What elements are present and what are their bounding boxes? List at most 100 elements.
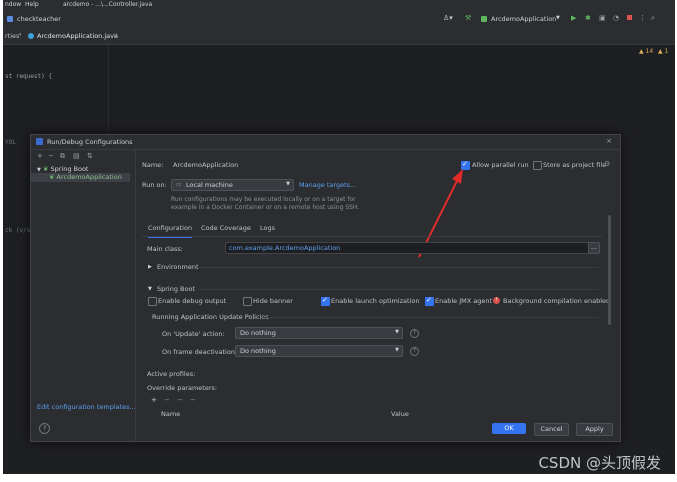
on-frame-label: On frame deactivation: <box>162 348 238 356</box>
stop-icon[interactable] <box>627 15 632 20</box>
chevron-down-icon: ▼ <box>395 347 399 353</box>
warning-count[interactable]: ▲ 1 <box>658 48 668 55</box>
profile-icon[interactable]: ◔ <box>613 14 619 22</box>
override-parameters-label: Override parameters: <box>147 384 218 392</box>
hide-banner-label: Hide banner <box>253 297 293 305</box>
menu-window[interactable]: ndow <box>5 1 21 8</box>
enable-jmx-checkbox[interactable] <box>425 296 434 306</box>
spring-icon: ❦ <box>42 165 49 173</box>
cancel-button[interactable]: Cancel <box>534 423 569 436</box>
help-icon[interactable]: ? <box>410 347 419 356</box>
project-name[interactable]: checkteacher <box>17 15 61 23</box>
chevron-down-icon[interactable]: ▼ <box>556 15 560 21</box>
sort-icon[interactable]: ⇅ <box>87 152 93 160</box>
tree-item-label: ArcdemoApplication <box>56 173 122 181</box>
tree-group-label: Spring Boot <box>50 165 89 173</box>
menu-help[interactable]: Help <box>25 1 39 8</box>
run-debug-dialog: Run/Debug Configurations × + − ⧉ ▤ ⇅ ▼ ❦… <box>30 134 621 442</box>
ok-button[interactable]: OK <box>492 423 526 434</box>
chevron-down-icon: ▼ <box>395 329 399 335</box>
on-frame-select[interactable]: Do nothing ▼ <box>235 345 403 357</box>
chevron-down-icon: ▾ <box>19 32 22 38</box>
edit-templates-link[interactable]: Edit configuration templates... <box>37 403 136 411</box>
add-icon[interactable]: + <box>151 396 157 404</box>
scrollbar[interactable] <box>608 215 611 325</box>
run-config-icon <box>481 16 487 22</box>
apply-button[interactable]: Apply <box>576 423 613 436</box>
user-icon[interactable]: ♙▾ <box>443 14 453 22</box>
enable-debug-label: Enable debug output <box>158 297 227 305</box>
editor-tabs-bar: rties ▾ ArcdemoApplication.java × <box>3 29 675 45</box>
add-icon[interactable]: + <box>37 152 43 160</box>
coverage-icon[interactable]: ▣ <box>599 14 606 22</box>
settings-icon[interactable]: ⚙ <box>604 160 610 168</box>
code-line[interactable]: st request) { <box>5 73 52 80</box>
build-icon[interactable]: ⚒ <box>465 14 471 22</box>
background-compilation-status: Background compilation enabled <box>503 297 611 305</box>
spring-boot-section[interactable]: Spring Boot <box>157 285 195 293</box>
folder-icon[interactable]: ▤ <box>73 152 80 160</box>
on-update-select[interactable]: Do nothing ▼ <box>235 327 403 339</box>
run-config-select[interactable]: ArcdemoApplication <box>491 15 556 23</box>
chevron-down-icon: ▼ <box>286 181 290 187</box>
run-icon[interactable]: ▶ <box>571 14 576 22</box>
warning-count[interactable]: ▲ 14 <box>639 48 653 55</box>
column-name-header: Name <box>161 410 181 418</box>
remove-icon[interactable]: − <box>48 152 54 160</box>
running-policies-header: Running Application Update Policies <box>152 313 269 321</box>
java-file-icon <box>28 33 34 39</box>
side-panel-label: ck (v/s <box>5 227 31 234</box>
chevron-right-icon[interactable]: ▶ <box>148 264 152 270</box>
main-class-input[interactable]: com.example.ArcdemoApplication <box>225 242 593 254</box>
debug-icon[interactable]: ✱ <box>585 14 591 22</box>
search-icon[interactable]: ⌕ <box>651 14 655 23</box>
copy-icon[interactable]: ⧉ <box>60 152 65 161</box>
copy-icon[interactable]: − <box>190 396 196 404</box>
on-update-value: Do nothing <box>240 329 276 337</box>
help-icon[interactable]: ? <box>39 423 50 434</box>
edit-icon[interactable]: − <box>177 396 183 404</box>
manage-targets-link[interactable]: Manage targets... <box>299 181 356 189</box>
more-icon[interactable]: ⋮ <box>639 14 646 22</box>
tree-item-arcdemo-application[interactable]: ❦ ArcdemoApplication <box>31 173 130 182</box>
browse-button[interactable]: … <box>588 242 600 254</box>
section-divider <box>199 289 599 290</box>
configurations-tree-pane: + − ⧉ ▤ ⇅ ▼ ❦ Spring Boot ❦ ArcdemoAppli… <box>31 150 136 441</box>
tab-logs[interactable]: Logs <box>260 224 275 232</box>
tab-code-coverage[interactable]: Code Coverage <box>201 224 251 232</box>
close-icon[interactable]: × <box>606 137 612 145</box>
enable-debug-checkbox[interactable] <box>148 297 157 306</box>
name-label: Name: <box>142 161 164 169</box>
close-icon[interactable]: × <box>113 32 118 39</box>
spring-icon: ❦ <box>49 173 55 181</box>
dialog-title-bar: Run/Debug Configurations × <box>31 135 620 150</box>
enable-launch-checkbox[interactable] <box>321 296 330 306</box>
main-class-label: Main class: <box>147 245 183 253</box>
allow-parallel-label: Allow parallel run <box>472 161 529 169</box>
tab-arcdemo-application[interactable]: ArcdemoApplication.java <box>37 32 118 40</box>
on-update-label: On 'Update' action: <box>162 330 225 338</box>
menu-bar: ndow Help arcdemo - ...\...Controller.ja… <box>3 0 675 11</box>
main-class-value: com.example.ArcdemoApplication <box>229 244 341 252</box>
help-icon[interactable]: ? <box>410 329 419 338</box>
watermark: CSDN @头顶假发 <box>538 454 661 472</box>
tabs-divider <box>142 236 602 237</box>
store-project-checkbox[interactable] <box>533 161 542 170</box>
name-field[interactable]: ArcdemoApplication <box>173 161 238 169</box>
section-divider <box>262 317 599 318</box>
app-icon <box>36 138 43 145</box>
tree-group-spring-boot[interactable]: ▼ ❦ Spring Boot <box>37 165 88 173</box>
chevron-down-icon[interactable]: ▼ <box>148 286 152 292</box>
window-path-title: arcdemo - ...\...Controller.java <box>63 1 153 8</box>
tab-properties[interactable]: rties <box>5 32 19 40</box>
error-icon: ! <box>493 297 500 304</box>
enable-jmx-label: Enable JMX agent <box>435 297 493 305</box>
environment-section[interactable]: Environment <box>157 263 199 271</box>
hide-banner-checkbox[interactable] <box>243 297 252 306</box>
dialog-title: Run/Debug Configurations <box>47 138 133 146</box>
store-project-label: Store as project file <box>543 161 607 169</box>
project-icon <box>7 16 13 22</box>
remove-icon[interactable]: − <box>164 396 170 404</box>
run-on-select[interactable]: ▭ Local machine ▼ <box>171 179 294 191</box>
column-value-header: Value <box>391 410 409 418</box>
